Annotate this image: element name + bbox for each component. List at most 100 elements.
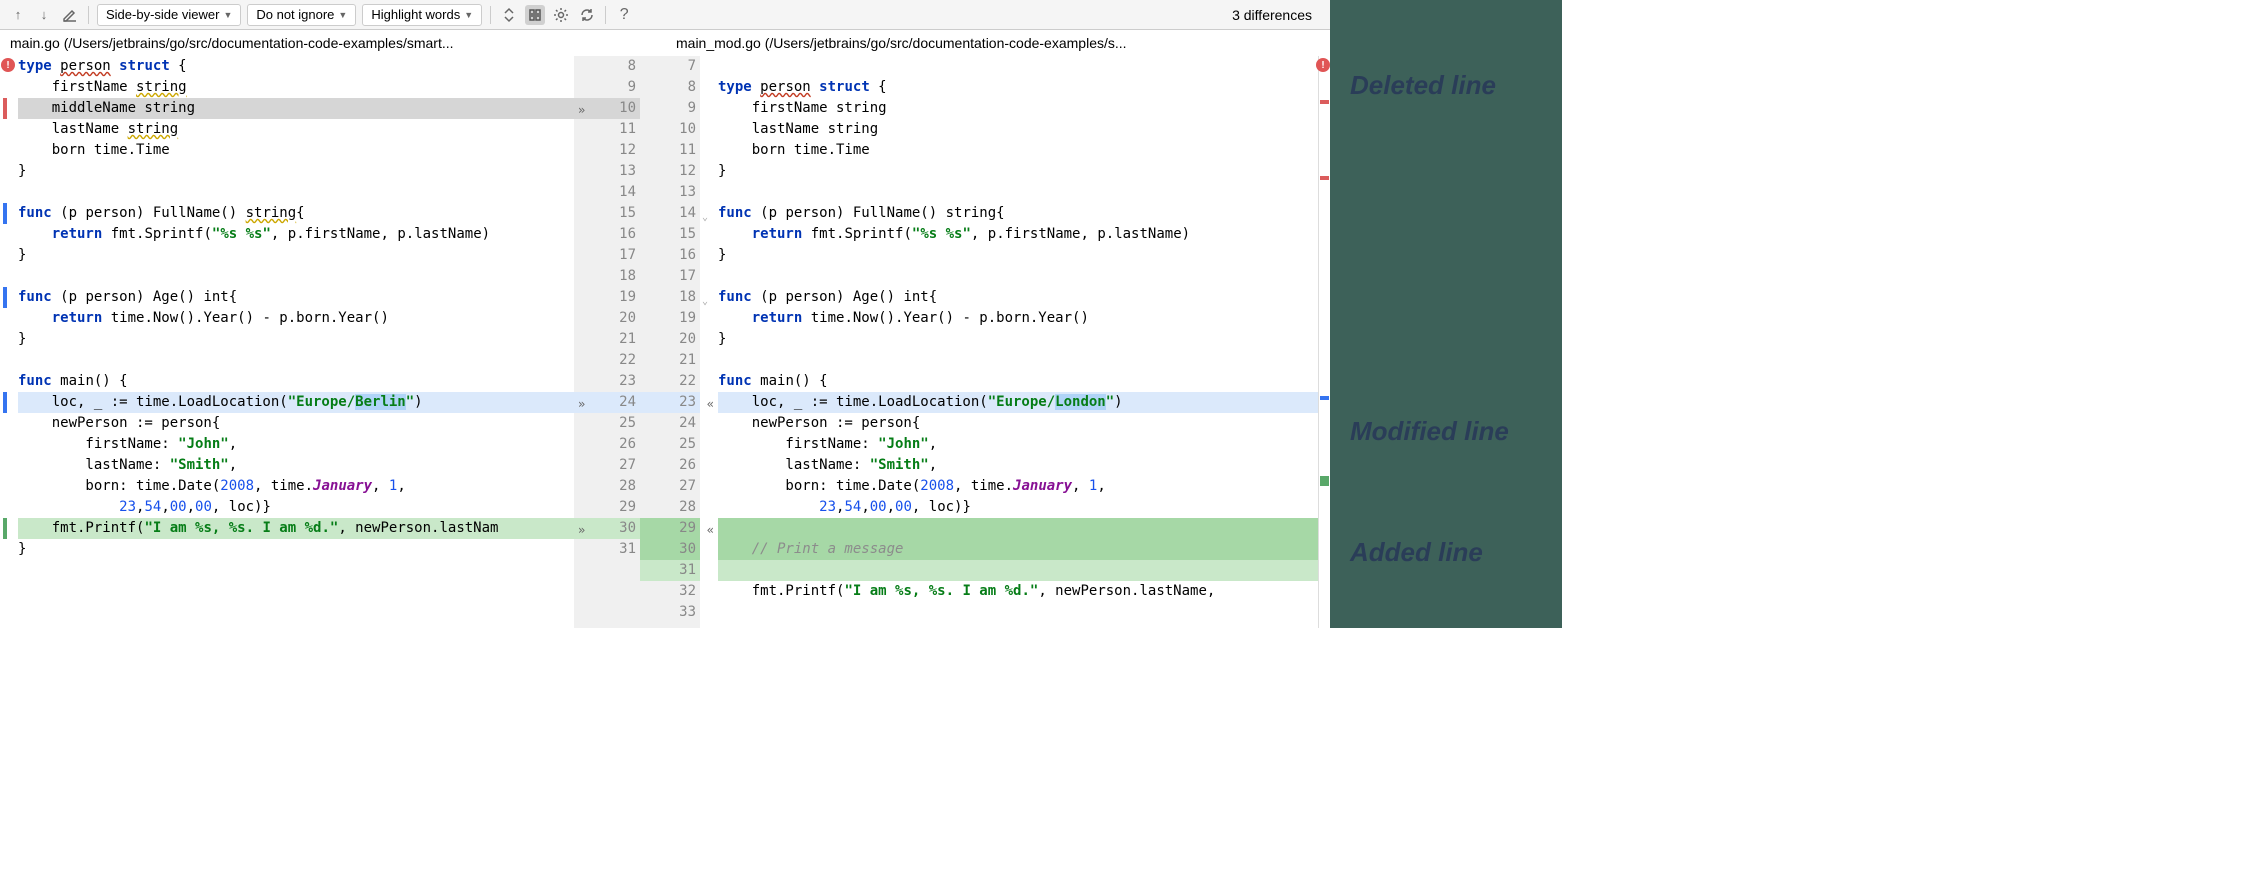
error-icon[interactable]: ! — [1, 58, 15, 72]
settings-icon[interactable] — [551, 5, 571, 25]
code-line[interactable]: firstName: "John", — [18, 434, 574, 455]
code-line[interactable]: fmt.Printf("I am %s, %s. I am %d.", newP… — [718, 581, 1318, 602]
code-line[interactable]: return fmt.Sprintf("%s %s", p.firstName,… — [18, 224, 574, 245]
apply-right-icon[interactable]: » — [578, 520, 585, 541]
code-line[interactable] — [718, 182, 1318, 203]
line-number: 15 — [574, 203, 636, 224]
change-marker[interactable] — [3, 518, 7, 539]
line-number: 9 — [574, 77, 636, 98]
overview-mark[interactable] — [1320, 100, 1329, 104]
highlight-mode-dropdown[interactable]: Highlight words ▼ — [362, 4, 482, 26]
code-line[interactable]: newPerson := person{ — [18, 413, 574, 434]
error-icon[interactable]: ! — [1316, 58, 1330, 72]
overview-mark[interactable] — [1320, 176, 1329, 180]
help-icon[interactable]: ? — [614, 5, 634, 25]
code-line[interactable]: } — [718, 245, 1318, 266]
code-line[interactable]: return time.Now().Year() - p.born.Year() — [718, 308, 1318, 329]
fold-icon[interactable]: ⌄ — [702, 291, 708, 312]
line-number: 27 — [574, 455, 636, 476]
code-line[interactable] — [718, 56, 1318, 77]
line-number: 13 — [640, 182, 696, 203]
fold-icon[interactable]: ⌄ — [702, 207, 708, 228]
line-number: 12 — [640, 161, 696, 182]
code-line[interactable] — [718, 560, 1318, 581]
code-line[interactable]: 23,54,00,00, loc)} — [18, 497, 574, 518]
code-line[interactable]: } — [718, 161, 1318, 182]
code-line[interactable]: lastName string — [718, 119, 1318, 140]
overview-ruler[interactable]: ! — [1318, 56, 1330, 628]
refresh-icon[interactable] — [577, 5, 597, 25]
sync-scroll-icon[interactable] — [525, 5, 545, 25]
code-line[interactable]: born time.Time — [18, 140, 574, 161]
code-line[interactable]: func (p person) Age() int{ — [18, 287, 574, 308]
code-line[interactable]: return time.Now().Year() - p.born.Year() — [18, 308, 574, 329]
code-line[interactable]: firstName string — [718, 98, 1318, 119]
line-number: 17 — [640, 266, 696, 287]
code-line[interactable] — [18, 182, 574, 203]
collapse-icon[interactable] — [499, 5, 519, 25]
code-line[interactable]: type person struct { — [18, 56, 574, 77]
code-line[interactable] — [18, 350, 574, 371]
code-line[interactable]: lastName string — [18, 119, 574, 140]
code-line[interactable]: return fmt.Sprintf("%s %s", p.firstName,… — [718, 224, 1318, 245]
diff-panel: ↑ ↓ Side-by-side viewer ▼ Do not ignore … — [0, 0, 1330, 628]
code-line[interactable]: func main() { — [18, 371, 574, 392]
prev-diff-icon[interactable]: ↑ — [8, 5, 28, 25]
code-line[interactable]: firstName: "John", — [718, 434, 1318, 455]
code-line[interactable]: lastName: "Smith", — [718, 455, 1318, 476]
code-line[interactable]: func (p person) FullName() string{ — [718, 203, 1318, 224]
legend-deleted: Deleted line — [1350, 70, 1542, 101]
code-line[interactable]: newPerson := person{ — [718, 413, 1318, 434]
code-line[interactable] — [718, 350, 1318, 371]
change-marker[interactable] — [3, 392, 7, 413]
line-number: 30» — [574, 518, 640, 539]
chevron-down-icon: ▼ — [338, 10, 347, 20]
change-marker[interactable] — [3, 98, 7, 119]
apply-right-icon[interactable]: » — [578, 394, 585, 415]
right-code-pane[interactable]: type person struct { firstName string la… — [718, 56, 1318, 628]
change-marker[interactable] — [3, 203, 7, 224]
overview-mark[interactable] — [1320, 476, 1329, 486]
code-line[interactable]: func main() { — [718, 371, 1318, 392]
edit-icon[interactable] — [60, 5, 80, 25]
code-line[interactable] — [718, 266, 1318, 287]
ignore-mode-dropdown[interactable]: Do not ignore ▼ — [247, 4, 356, 26]
code-line[interactable]: middleName string — [18, 98, 574, 119]
apply-right-icon[interactable]: » — [578, 100, 585, 121]
code-line[interactable]: } — [18, 245, 574, 266]
code-line[interactable] — [718, 518, 1318, 539]
line-number: 16 — [574, 224, 636, 245]
line-number: 31 — [574, 539, 636, 560]
code-line[interactable]: fmt.Printf("I am %s, %s. I am %d.", newP… — [18, 518, 574, 539]
code-line[interactable]: born: time.Date(2008, time.January, 1, — [718, 476, 1318, 497]
viewer-mode-dropdown[interactable]: Side-by-side viewer ▼ — [97, 4, 241, 26]
code-line[interactable]: // Print a message — [718, 539, 1318, 560]
change-marker[interactable] — [3, 287, 7, 308]
next-diff-icon[interactable]: ↓ — [34, 5, 54, 25]
code-line[interactable] — [718, 602, 1318, 623]
code-line[interactable]: lastName: "Smith", — [18, 455, 574, 476]
code-line[interactable]: } — [18, 329, 574, 350]
right-line-numbers: 7891011121314151617181920212223«24252627… — [640, 56, 700, 628]
left-file-path: main.go (/Users/jetbrains/go/src/documen… — [0, 35, 660, 51]
code-line[interactable] — [18, 266, 574, 287]
code-line[interactable]: firstName string — [18, 77, 574, 98]
diff-body: ! type person struct { firstName string … — [0, 56, 1330, 628]
code-line[interactable]: func (p person) FullName() string{ — [18, 203, 574, 224]
line-number: 8 — [574, 56, 636, 77]
code-line[interactable]: loc, _ := time.LoadLocation("Europe/Berl… — [18, 392, 574, 413]
line-number: 22 — [640, 371, 696, 392]
left-code-pane[interactable]: type person struct { firstName string mi… — [18, 56, 574, 628]
code-line[interactable]: 23,54,00,00, loc)} — [718, 497, 1318, 518]
code-line[interactable]: func (p person) Age() int{ — [718, 287, 1318, 308]
overview-mark[interactable] — [1320, 396, 1329, 400]
code-line[interactable]: } — [718, 329, 1318, 350]
code-line[interactable]: } — [18, 539, 574, 560]
diff-count: 3 differences — [1232, 7, 1322, 23]
code-line[interactable]: born: time.Date(2008, time.January, 1, — [18, 476, 574, 497]
line-number: 32 — [640, 581, 696, 602]
code-line[interactable]: born time.Time — [718, 140, 1318, 161]
code-line[interactable]: type person struct { — [718, 77, 1318, 98]
code-line[interactable]: loc, _ := time.LoadLocation("Europe/Lond… — [718, 392, 1318, 413]
code-line[interactable]: } — [18, 161, 574, 182]
